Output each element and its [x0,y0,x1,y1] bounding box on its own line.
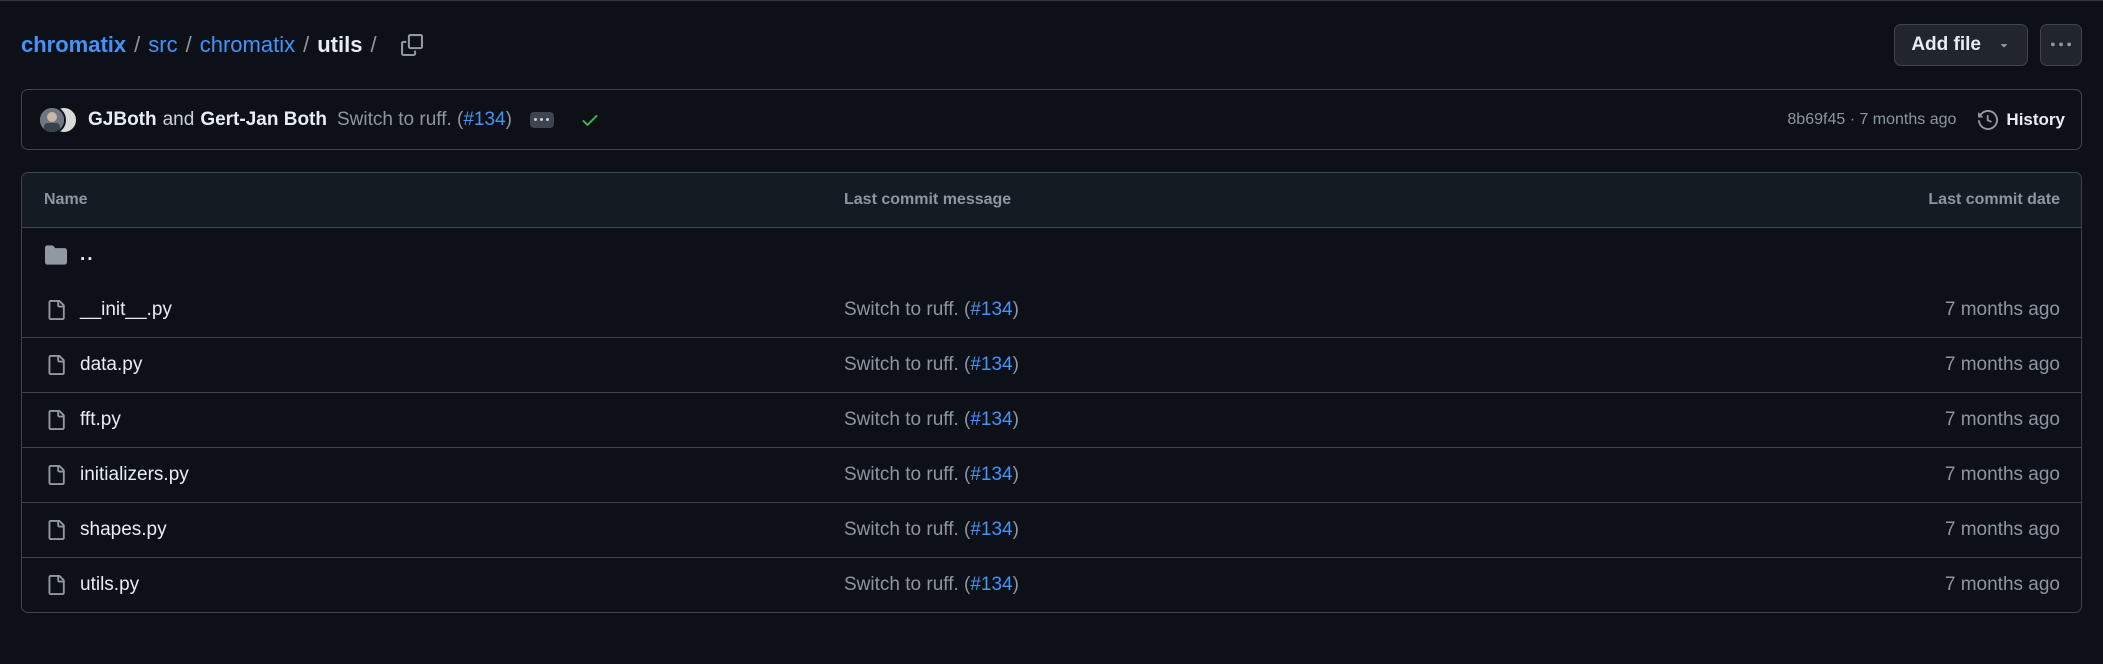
file-rows: __init__.py Switch to ruff. (#134) 7 mon… [22,282,2081,612]
file-icon [48,410,65,430]
table-row[interactable]: shapes.py Switch to ruff. (#134) 7 month… [22,502,2081,557]
more-options-button[interactable] [2040,24,2082,66]
file-name-link[interactable]: fft.py [80,409,121,431]
breadcrumb-src-link[interactable]: src [148,32,177,58]
add-file-button[interactable]: Add file [1894,24,2028,66]
commit-message-text: Switch to ruff. ( [337,108,464,130]
row-commit-date: 7 months ago [1944,574,2060,595]
file-name-link[interactable]: shapes.py [80,519,167,541]
commit-meta: 8b69f45 · 7 months ago History [1787,110,2065,130]
row-pr-link[interactable]: #134 [970,354,1012,375]
header-message: Last commit message [844,191,1012,208]
repo-directory-page: chromatix / src / chromatix / utils / Ad… [0,0,2103,664]
commit-and-text: and [162,108,195,130]
row-commit-date: 7 months ago [1944,464,2060,485]
add-file-label: Add file [1911,34,1981,55]
row-message-text: Switch to ruff. ( [844,298,971,320]
table-row[interactable]: __init__.py Switch to ruff. (#134) 7 mon… [22,282,2081,337]
file-icon [48,520,65,540]
row-message-suffix: ) [1012,354,1019,375]
file-table: Name Last commit message Last commit dat… [21,172,2082,613]
table-row[interactable]: data.py Switch to ruff. (#134) 7 months … [22,337,2081,392]
row-pr-link[interactable]: #134 [970,464,1012,485]
breadcrumb-separator: / [370,32,377,57]
file-name-link[interactable]: __init__.py [80,299,172,321]
row-message-suffix: ) [1012,298,1019,320]
breadcrumb-separator: / [303,32,310,57]
latest-commit-bar: GJBoth and Gert-Jan Both Switch to ruff.… [21,89,2082,150]
row-message-text: Switch to ruff. ( [844,519,971,540]
row-pr-link[interactable]: #134 [970,574,1012,595]
row-commit-date: 7 months ago [1944,409,2060,430]
row-pr-link[interactable]: #134 [970,409,1012,430]
row-message-suffix: ) [1012,519,1019,540]
row-message-suffix: ) [1012,464,1019,485]
table-row[interactable]: utils.py Switch to ruff. (#134) 7 months… [22,557,2081,612]
row-commit-message[interactable]: Switch to ruff. (#134) [844,574,1781,596]
commit-pr-link[interactable]: #134 [463,109,505,130]
row-commit-message[interactable]: Switch to ruff. (#134) [844,299,1781,321]
file-name-link[interactable]: initializers.py [80,464,189,486]
author-avatars[interactable] [38,105,80,134]
file-name-link[interactable]: data.py [80,354,142,376]
parent-directory-link[interactable]: .. [80,244,95,266]
expand-commit-message-button[interactable] [529,111,554,128]
history-button[interactable]: History [1978,110,2065,130]
commit-author-link[interactable]: GJBoth [88,109,157,131]
copy-path-button[interactable] [395,28,429,62]
row-message-text: Switch to ruff. ( [844,464,971,485]
breadcrumb-current: utils [317,32,363,57]
breadcrumb-chromatix-link[interactable]: chromatix [200,32,295,58]
commit-coauthor-link[interactable]: Gert-Jan Both [200,109,327,131]
header-actions: Add file [1894,24,2082,66]
table-header: Name Last commit message Last commit dat… [22,173,2081,227]
row-message-suffix: ) [1012,574,1019,595]
row-pr-link[interactable]: #134 [970,299,1012,320]
breadcrumb-separator: / [185,32,192,57]
row-commit-date: 7 months ago [1944,354,2060,375]
row-commit-message[interactable]: Switch to ruff. (#134) [844,409,1781,431]
copy-icon [400,34,423,56]
row-message-suffix: ) [1012,409,1019,430]
row-message-text: Switch to ruff. ( [844,574,971,595]
row-message-text: Switch to ruff. ( [844,409,971,430]
file-icon [48,299,65,320]
table-row[interactable]: fft.py Switch to ruff. (#134) 7 months a… [22,392,2081,447]
file-icon [48,465,65,485]
row-pr-link[interactable]: #134 [970,519,1012,540]
header-name: Name [44,191,88,208]
commit-sha-time[interactable]: 8b69f45 · 7 months ago [1787,111,1956,129]
history-label: History [2006,109,2065,129]
breadcrumb-separator: / [134,32,141,57]
commit-status-check[interactable] [580,110,600,130]
header-date: Last commit date [1928,191,2060,208]
check-icon [582,114,598,126]
row-commit-date: 7 months ago [1944,519,2060,540]
row-commit-message[interactable]: Switch to ruff. (#134) [844,354,1781,376]
file-icon [48,575,65,595]
triangle-down-icon [2000,44,2008,48]
row-message-text: Switch to ruff. ( [844,354,971,375]
row-commit-date: 7 months ago [1944,298,2060,320]
file-icon [48,355,65,375]
kebab-horizontal-icon [2051,42,2071,47]
breadcrumb-repo-link[interactable]: chromatix [21,32,126,58]
parent-directory-row[interactable]: .. [22,227,2081,282]
commit-message[interactable]: Switch to ruff. (#134) [337,109,512,131]
table-row[interactable]: initializers.py Switch to ruff. (#134) 7… [22,447,2081,502]
folder-icon [45,245,67,265]
file-name-link[interactable]: utils.py [80,574,139,596]
history-icon [1978,109,1999,130]
breadcrumb: chromatix / src / chromatix / utils / [21,28,429,62]
commit-message-suffix: ) [505,108,512,130]
row-commit-message[interactable]: Switch to ruff. (#134) [844,519,1781,541]
top-bar: chromatix / src / chromatix / utils / Ad… [21,23,2082,67]
row-commit-message[interactable]: Switch to ruff. (#134) [844,464,1781,486]
avatar [38,105,66,134]
